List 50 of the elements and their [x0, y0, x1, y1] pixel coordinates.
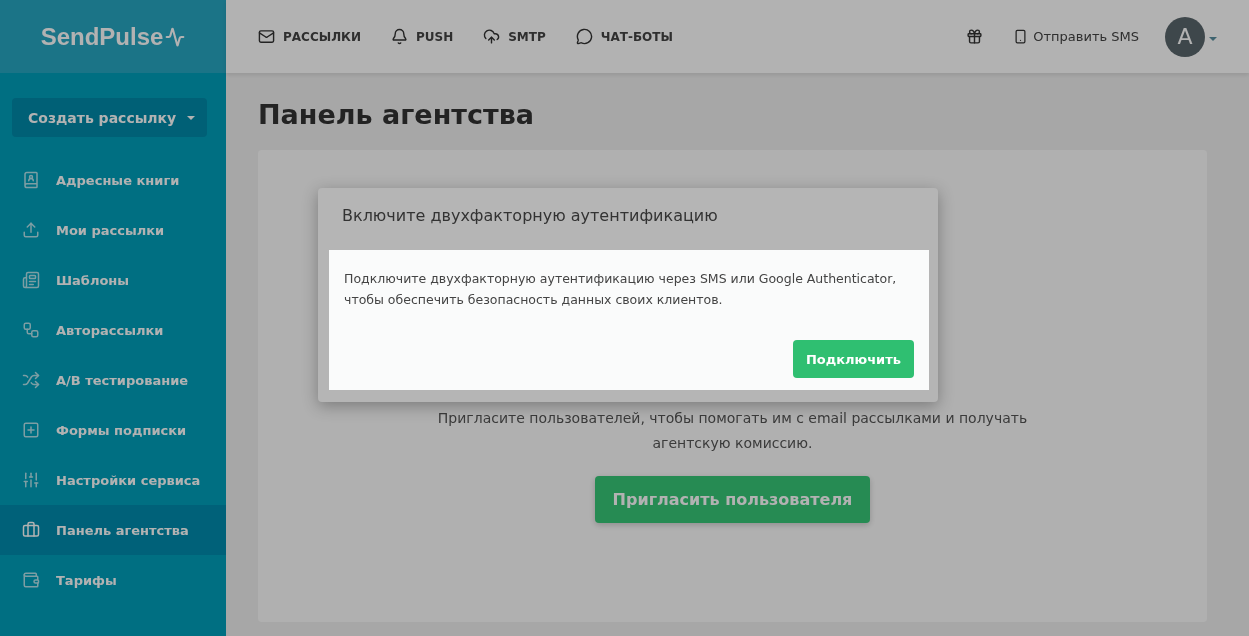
- caret-icon: [1209, 36, 1217, 41]
- template-icon: [22, 271, 40, 289]
- nav-link[interactable]: SMTP: [508, 29, 546, 44]
- wallet-icon: [22, 571, 40, 589]
- nav-link[interactable]: PUSH: [415, 29, 454, 44]
- sidebar-item-label: Шаблоны: [56, 272, 130, 288]
- sidebar-item-label: Адресные книги: [56, 172, 180, 188]
- sidebar-item-label: Мои рассылки: [56, 222, 165, 238]
- sliders-icon: [22, 471, 40, 489]
- sidebar-item[interactable]: Панель агентства: [0, 505, 226, 555]
- page-title: Панель агентства: [258, 99, 535, 130]
- sidebar-item-label: A/B тестирование: [56, 372, 189, 388]
- sidebar-item[interactable]: A/B тестирование: [0, 355, 226, 405]
- logo-text: SendPulse: [40, 22, 164, 51]
- workflow-icon: [22, 321, 40, 339]
- briefcase-icon: [22, 521, 40, 539]
- caret-icon: [187, 115, 195, 120]
- connect-button[interactable]: Подключить: [792, 340, 914, 378]
- user-avatar[interactable]: A: [1165, 16, 1205, 57]
- shuffle-icon: [22, 371, 40, 389]
- sidebar-item[interactable]: Авторассылки: [0, 305, 226, 355]
- create-campaign-button[interactable]: Создать рассылку: [12, 98, 207, 137]
- sidebar-item-label: Панель агентства: [56, 522, 189, 538]
- chat-icon: [575, 28, 593, 45]
- sidebar-item[interactable]: Шаблоны: [0, 255, 226, 305]
- gift-icon[interactable]: [966, 28, 984, 45]
- address-book-icon: [22, 171, 40, 189]
- sidebar-item[interactable]: Адресные книги: [0, 155, 226, 205]
- sidebar-item[interactable]: Настройки сервиса: [0, 455, 226, 505]
- form-icon: [22, 421, 40, 439]
- pulse-icon: [165, 26, 186, 47]
- sidebar-item-label: Формы подписки: [56, 422, 187, 438]
- upload-icon: [22, 221, 40, 239]
- invite-user-button[interactable]: Пригласить пользователя: [594, 476, 871, 523]
- sidebar-item-label: Тарифы: [56, 572, 117, 588]
- phone-icon: [1013, 29, 1029, 44]
- sidebar-item[interactable]: Мои рассылки: [0, 205, 226, 255]
- sidebar-item-label: Авторассылки: [56, 322, 164, 338]
- cloud-upload-icon: [483, 28, 501, 45]
- sidebar-item[interactable]: Формы подписки: [0, 405, 226, 455]
- sidebar-item[interactable]: Тарифы: [0, 555, 226, 605]
- send-sms-link[interactable]: Отправить SMS: [1033, 29, 1139, 44]
- bell-icon: [390, 28, 408, 45]
- mail-icon: [258, 28, 275, 45]
- sidebar-item-label: Настройки сервиса: [56, 472, 201, 488]
- invite-description: Пригласите пользователей, чтобы помогать им с email рассылками и получать агентскую комиссию.: [436, 409, 1029, 453]
- nav-link[interactable]: РАССЫЛКИ: [283, 29, 361, 44]
- nav-link[interactable]: ЧАТ-БОТЫ: [600, 29, 673, 44]
- modal-title: Включите двухфакторную аутентификацию: [341, 205, 719, 227]
- modal-text: Подключите двухфакторную аутентификацию через SMS или Google Authenticator, чтобы обеспечить безопасность данных своих клиентов.: [344, 270, 898, 309]
